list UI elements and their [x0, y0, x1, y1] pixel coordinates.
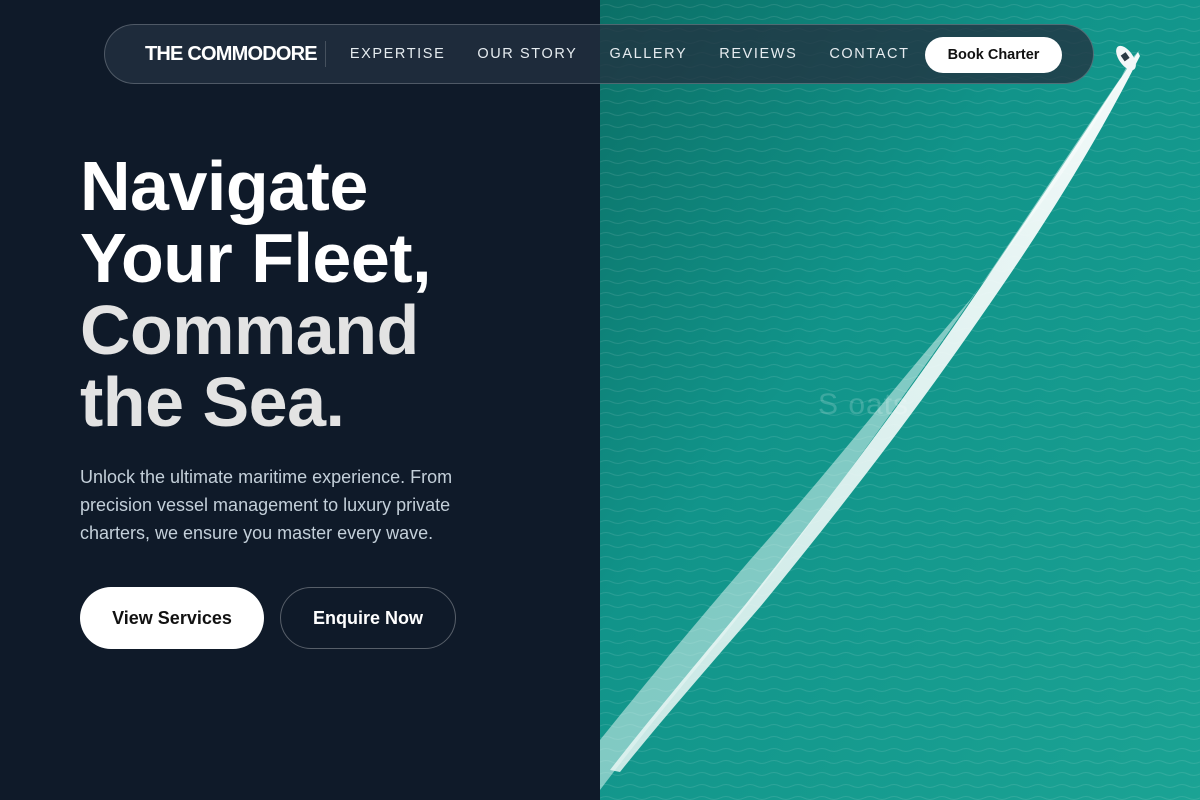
nav-link-expertise[interactable]: EXPERTISE	[350, 46, 446, 62]
view-services-button[interactable]: View Services	[80, 587, 264, 649]
hero-title-line-2: Your Fleet,	[80, 219, 432, 297]
nav-link-contact[interactable]: CONTACT	[829, 46, 909, 62]
nav-link-our-story[interactable]: OUR STORY	[477, 46, 577, 62]
hero-title-line-4: the Sea.	[80, 363, 345, 441]
hero-subtitle: Unlock the ultimate maritime experience.…	[80, 467, 453, 543]
image-watermark: S oats	[818, 388, 910, 421]
page: S oats THE COMMODORE EXPERTISE OUR STORY…	[0, 0, 1200, 800]
nav-divider	[324, 41, 326, 67]
hero-title-line-3: Command	[80, 291, 419, 369]
nav-link-reviews[interactable]: REVIEWS	[719, 46, 797, 62]
hero-title-line-1: Navigate	[80, 147, 368, 225]
hero-image-boat-wake: S oats	[600, 0, 1200, 800]
book-charter-button[interactable]: Book Charter	[925, 37, 1062, 73]
brand-logo[interactable]: THE COMMODORE	[145, 43, 318, 66]
top-navigation-bar: THE COMMODORE EXPERTISE OUR STORY GALLER…	[104, 24, 1094, 84]
nav-links: EXPERTISE OUR STORY GALLERY REVIEWS CONT…	[350, 46, 910, 62]
enquire-now-button[interactable]: Enquire Now	[280, 587, 456, 649]
nav-link-gallery[interactable]: GALLERY	[609, 46, 687, 62]
hero-title: Navigate Your Fleet, Command the Sea.	[80, 147, 432, 441]
